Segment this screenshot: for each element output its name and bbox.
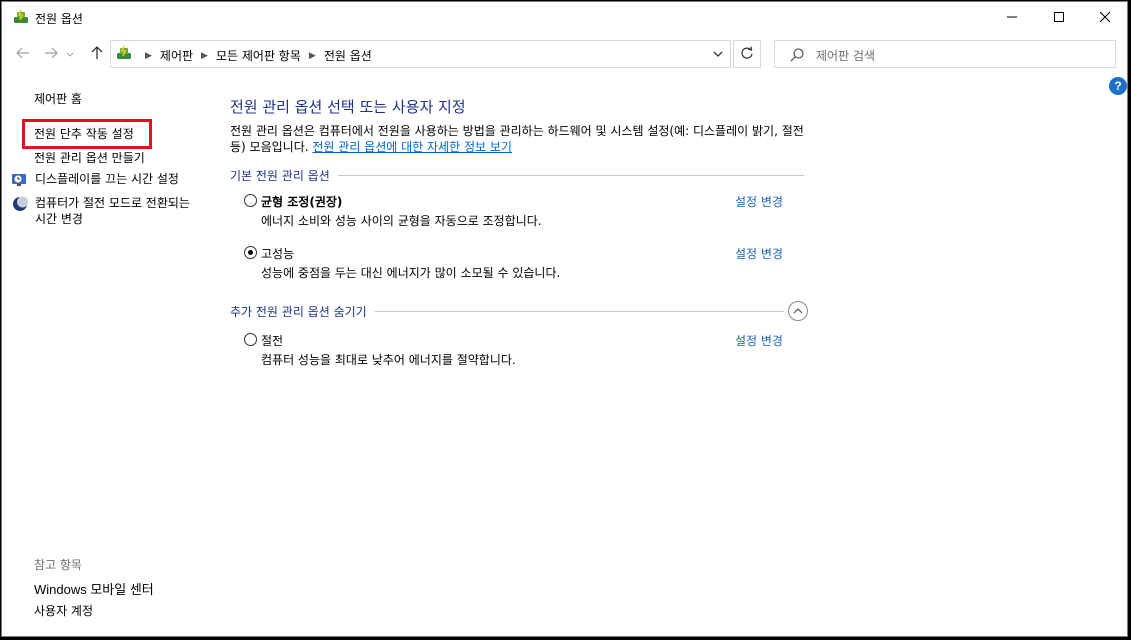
basic-plans-section-header: 기본 전원 관리 옵션	[230, 167, 804, 184]
collapse-button[interactable]	[788, 301, 808, 321]
search-icon	[789, 47, 805, 63]
chevron-right-icon[interactable]: ▶	[309, 51, 316, 61]
control-panel-icon	[115, 45, 133, 63]
page-description: 전원 관리 옵션은 컴퓨터에서 전원을 사용하는 방법을 관리하는 하드웨어 및…	[230, 123, 808, 155]
power-options-window: 전원 옵션 ▶ 제어판 ▶ 모든 제어판 항목 ▶ 전원 옵션 제어판 검색 ?…	[1, 1, 1128, 637]
recent-locations-button[interactable]	[62, 43, 78, 65]
page-title: 전원 관리 옵션 선택 또는 사용자 지정	[230, 98, 466, 116]
arrow-left-icon	[16, 47, 30, 62]
additional-plans-section-header: 추가 전원 관리 옵션 숨기기	[230, 301, 808, 321]
section-label: 추가 전원 관리 옵션 숨기기	[230, 304, 367, 319]
maximize-button[interactable]	[1036, 2, 1082, 34]
back-button[interactable]	[12, 43, 34, 65]
create-power-plan-link[interactable]: 전원 관리 옵션 만들기	[34, 149, 145, 166]
plan-name[interactable]: 고성능	[261, 245, 294, 262]
refresh-button[interactable]	[733, 40, 761, 68]
arrow-up-icon	[91, 45, 103, 63]
breadcrumb-item[interactable]: 모든 제어판 항목	[216, 47, 301, 64]
window-title: 전원 옵션	[35, 12, 83, 26]
chevron-right-icon: ▶	[145, 50, 152, 61]
sleep-time-link[interactable]: 컴퓨터가 절전 모드로 전환되는 시간 변경	[11, 195, 195, 227]
breadcrumb-item[interactable]: 전원 옵션	[324, 47, 372, 64]
close-button[interactable]	[1082, 2, 1127, 34]
plan-radio[interactable]	[244, 194, 257, 207]
search-input[interactable]: 제어판 검색	[816, 47, 875, 64]
plan-radio[interactable]	[244, 246, 257, 259]
plan-name[interactable]: 절전	[261, 332, 283, 349]
display-off-label: 디스플레이를 끄는 시간 설정	[35, 172, 179, 186]
change-plan-settings-link[interactable]: 설정 변경	[735, 332, 783, 349]
forward-button[interactable]	[40, 43, 62, 65]
sleep-time-label: 컴퓨터가 절전 모드로 전환되는 시간 변경	[35, 196, 190, 226]
more-info-link[interactable]: 전원 관리 옵션에 대한 자세한 정보 보기	[312, 140, 512, 154]
mobility-center-link[interactable]: Windows 모바일 센터	[34, 579, 154, 598]
breadcrumb-item[interactable]: 제어판	[160, 47, 193, 64]
chevron-down-icon	[66, 47, 74, 61]
control-panel-home-link[interactable]: 제어판 홈	[34, 90, 82, 107]
up-button[interactable]	[86, 43, 108, 65]
moon-icon	[11, 195, 29, 213]
plan-name[interactable]: 균형 조정(권장)	[261, 193, 342, 210]
search-box[interactable]: 제어판 검색	[774, 40, 1116, 68]
power-button-settings-link[interactable]: 전원 단추 작동 설정	[34, 125, 134, 142]
breadcrumb: ▶ 제어판 ▶ 모든 제어판 항목 ▶ 전원 옵션	[137, 47, 372, 64]
change-plan-settings-link[interactable]: 설정 변경	[735, 245, 783, 262]
address-bar[interactable]: ▶ 제어판 ▶ 모든 제어판 항목 ▶ 전원 옵션	[110, 40, 731, 68]
title-bar: 전원 옵션	[2, 2, 1127, 34]
display-off-link[interactable]: 디스플레이를 끄는 시간 설정	[11, 171, 195, 189]
plan-description: 컴퓨터 성능을 최대로 낮추어 에너지를 절약합니다.	[261, 353, 516, 367]
minimize-button[interactable]	[989, 2, 1035, 34]
change-plan-settings-link[interactable]: 설정 변경	[735, 193, 783, 210]
close-icon	[1099, 11, 1111, 26]
plan-radio[interactable]	[244, 333, 257, 346]
navigation-bar: ▶ 제어판 ▶ 모든 제어판 항목 ▶ 전원 옵션 제어판 검색	[2, 37, 1127, 71]
see-also-heading: 참고 항목	[34, 558, 82, 572]
maximize-icon	[1053, 11, 1065, 26]
help-icon[interactable]: ?	[1109, 77, 1127, 95]
chevron-up-icon	[793, 304, 803, 318]
refresh-icon	[740, 45, 754, 63]
divider	[374, 310, 784, 312]
left-task-pane: 제어판 홈 전원 단추 작동 설정 전원 관리 옵션 만들기 디스플레이를 끄는…	[2, 72, 212, 632]
plan-description: 에너지 소비와 성능 사이의 균형을 자동으로 조정합니다.	[261, 214, 542, 228]
divider	[337, 175, 804, 176]
power-options-icon	[12, 9, 30, 27]
arrow-right-icon	[44, 47, 58, 62]
minimize-icon	[1006, 11, 1018, 26]
clock-monitor-icon	[11, 171, 29, 189]
plan-description: 성능에 중점을 두는 대신 에너지가 많이 소모될 수 있습니다.	[261, 266, 561, 280]
section-label: 기본 전원 관리 옵션	[230, 169, 330, 183]
chevron-right-icon[interactable]: ▶	[201, 51, 208, 61]
address-dropdown-button[interactable]	[710, 46, 726, 62]
user-accounts-link[interactable]: 사용자 계정	[34, 602, 93, 619]
